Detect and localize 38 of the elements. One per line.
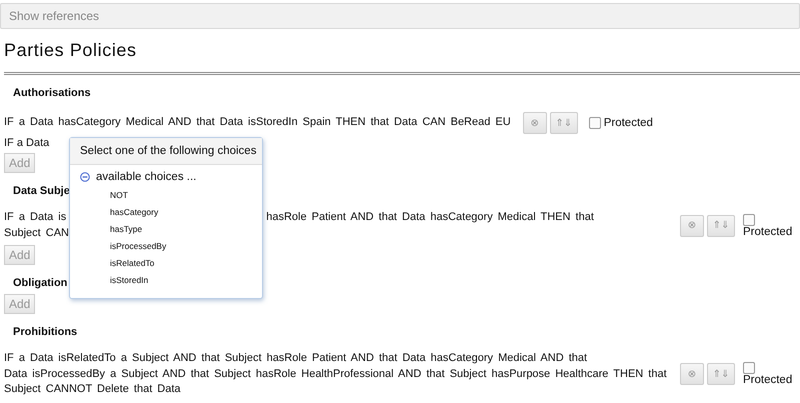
choice-option[interactable]: isRelatedTo (110, 258, 262, 268)
checkbox-label: Protected (743, 374, 792, 386)
show-references-button[interactable]: Show references (0, 3, 800, 29)
choice-option[interactable]: isProcessedBy (110, 241, 262, 251)
rule-text: Subject CANNOT Delete that Data (4, 383, 181, 395)
section-heading: Obligation (13, 276, 68, 290)
choice-option[interactable]: NOT (110, 190, 262, 200)
rule-text: IF a Data (4, 137, 50, 149)
rule-text: IF a Data hasCategory Medical AND that Data isStoredIn Spain THEN that Data CAN BeRead EU (4, 116, 511, 128)
protected-checkbox[interactable] (743, 214, 755, 226)
checkbox-label: Protected (604, 117, 653, 129)
rule-text: IF a Data isRelatedTo a Subject AND that Subject hasRole Patient AND that Data hasCategory Medical AND that (4, 352, 588, 364)
section-heading: Authorisations (13, 86, 91, 100)
section-heading: Prohibitions (13, 325, 78, 339)
add-button[interactable]: Add (4, 294, 36, 314)
protected-checkbox[interactable] (588, 117, 601, 129)
move-button[interactable]: ⇑⇓ (707, 214, 735, 236)
section-heading: Data Subje (13, 184, 70, 198)
protected-checkbox[interactable] (743, 362, 755, 374)
choice-option[interactable]: hasType (110, 224, 262, 234)
popup-title: Select one of the following choices (70, 138, 262, 165)
group-label: available choices ... (96, 171, 196, 183)
delete-button[interactable]: ⊗ (522, 112, 547, 134)
move-button[interactable]: ⇑⇓ (550, 112, 578, 134)
collapse-icon[interactable] (80, 172, 90, 182)
add-button[interactable]: Add (4, 153, 36, 173)
checkbox-label: Protected (743, 226, 792, 238)
rule-text: IF a Data is (4, 211, 66, 223)
choice-option[interactable]: isStoredIn (110, 275, 262, 285)
rule-text: Data isProcessedBy a Subject AND that Subject hasRole HealthProfessional AND that Subject hasPurpose Healthcare THEN that (4, 368, 667, 380)
rule-text: hasRole Patient AND that Data hasCategory Medical THEN that (266, 211, 594, 223)
delete-button[interactable]: ⊗ (680, 214, 704, 236)
add-button[interactable]: Add (4, 245, 36, 265)
rule-text: Subject CAN (4, 226, 69, 238)
move-button[interactable]: ⇑⇓ (707, 363, 735, 386)
page-title: Parties Policies (4, 39, 138, 61)
choice-option[interactable]: hasCategory (110, 207, 262, 217)
delete-button[interactable]: ⊗ (680, 363, 704, 386)
